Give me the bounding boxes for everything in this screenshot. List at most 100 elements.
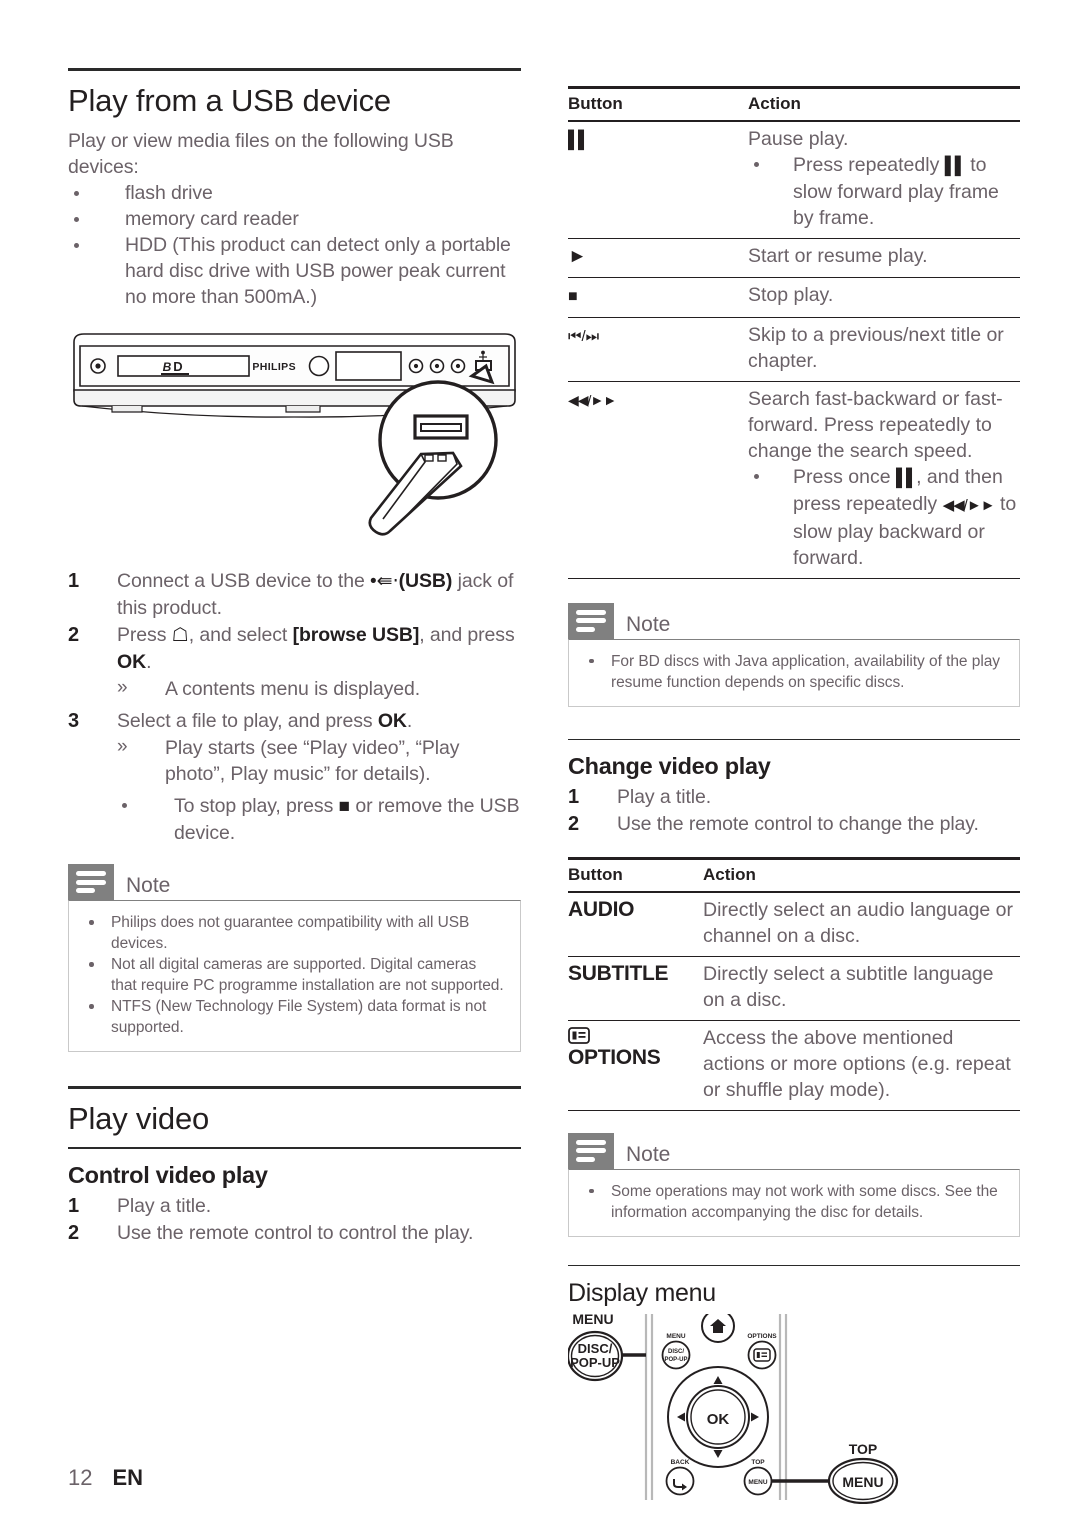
pause-icon: ▌▌ — [944, 155, 967, 175]
step-text: Connect a USB device to the — [117, 570, 371, 593]
button-label-options: OPTIONS — [568, 1045, 661, 1069]
pause-icon: ▌▌ — [568, 129, 590, 149]
step-number: 3 — [68, 710, 80, 733]
table-row: ■ Stop play. — [568, 276, 1020, 317]
step-text: Use the remote control to control the pl… — [117, 1221, 474, 1244]
substep-text-a: Press once — [793, 465, 896, 488]
note-box-some-operations: Note Some operations may not work with s… — [568, 1132, 1020, 1237]
audio-subtitle-options-table-wrap: Button Action AUDIO Directly select an a… — [568, 857, 1020, 1111]
step-text-tail: . — [406, 710, 413, 733]
section-title-play-video: Play video — [68, 1101, 210, 1137]
note-item-label: Some operations may not work with some d… — [611, 1182, 998, 1221]
intro-paragraph: Play or view media files on the followin… — [68, 130, 454, 179]
substep-label: A contents menu is displayed. — [165, 678, 421, 701]
column-header-button: Button — [568, 859, 703, 893]
bullet-dot — [754, 473, 759, 479]
options-icon — [568, 1026, 695, 1044]
action-substep: Press once ▌▌, and then press repeatedly… — [748, 464, 1020, 571]
note-title: Note — [626, 1142, 671, 1166]
action-substep: Press repeatedly ▌▌ to slow forward play… — [748, 152, 1020, 231]
step-number: 2 — [68, 1221, 80, 1244]
substep-text-a: Press repeatedly — [793, 153, 945, 176]
svg-text:DISC/: DISC/ — [578, 1341, 613, 1356]
page-language: EN — [112, 1465, 144, 1490]
note-item-label: For BD discs with Java application, avai… — [611, 652, 1000, 691]
subsection-rule — [68, 1147, 521, 1149]
change-video-steps: 1 Play a title. 2 Use the remote control t… — [568, 784, 1020, 837]
bullet-dot — [74, 243, 79, 249]
step-bold: [browse USB] — [292, 624, 420, 647]
list-item-label: flash drive — [125, 182, 213, 205]
svg-text:PHILIPS: PHILIPS — [252, 361, 296, 373]
action-text: Search fast-backward or fast-forward. Pr… — [748, 387, 1003, 462]
note-header: Note — [68, 864, 521, 901]
usb-icon: •⇚⋅ — [370, 571, 399, 593]
remote-control-menu-diagram: MENU DISC/ POP-UP OPTIONS OK BACK TOP ME… — [568, 1313, 1020, 1504]
manual-page: Play from a USB device Play or view medi… — [0, 0, 1080, 1529]
button-label-audio: AUDIO — [568, 897, 635, 921]
note-item-label: Not all digital cameras are supported. D… — [111, 956, 504, 995]
svg-text:MENU: MENU — [666, 1333, 685, 1340]
playback-controls-table: Button Action ▌▌ Pause play. Press repea… — [568, 88, 1020, 579]
step-text: Play a title. — [617, 786, 712, 809]
column-header-button: Button — [568, 88, 748, 122]
play-icon: ► — [568, 245, 587, 267]
note-item-label: NTFS (New Technology File System) data f… — [111, 998, 487, 1037]
fast-backward-forward-icon: ◀◀/►► — [942, 496, 996, 514]
action-text: Directly select a subtitle language on a… — [703, 962, 994, 1011]
svg-text:MENU: MENU — [842, 1474, 883, 1490]
list-item: HDD (This product can detect only a port… — [68, 232, 521, 310]
audio-subtitle-options-table: Button Action AUDIO Directly select an a… — [568, 859, 1020, 1111]
bullet-dot — [754, 161, 759, 167]
section-rule-top — [68, 68, 521, 71]
substep-label: Play starts (see “Play video”, “Play pho… — [165, 737, 460, 786]
note-item: Not all digital cameras are supported. D… — [83, 954, 506, 996]
step-1: 1 Play a title. — [68, 1193, 521, 1219]
step-text: Select a file to play, and press — [117, 710, 378, 733]
step-text-tail: , and press — [419, 624, 515, 647]
page-title: Play from a USB device — [68, 83, 391, 118]
svg-text:POP-UP: POP-UP — [664, 1357, 687, 1363]
change-video-play-section: Change video play 1 Play a title. 2 Use th… — [568, 738, 1020, 838]
subsection-title-change-video-play: Change video play — [568, 753, 771, 779]
list-item: memory card reader — [68, 206, 521, 232]
table-row: ⏮/⏭ Skip to a previous/next title or cha… — [568, 316, 1020, 381]
play-video-section: Play video Control video play 1 Play a ti… — [68, 1086, 521, 1246]
svg-text:TOP: TOP — [849, 1441, 878, 1457]
page-number: 12 — [68, 1465, 93, 1490]
skip-previous-next-icon: ⏮/⏭ — [568, 327, 600, 345]
step-text-end: . — [146, 651, 152, 674]
step-2: 2 Use the remote control to change the pl… — [568, 811, 1020, 837]
note-item: Some operations may not work with some d… — [583, 1181, 1005, 1223]
table-row: ▌▌ Pause play. Press repeatedly ▌▌ to sl… — [568, 121, 1020, 239]
note-title: Note — [626, 612, 671, 636]
bullet-dot — [89, 920, 94, 925]
svg-text:TOP: TOP — [751, 1459, 765, 1466]
bullet-dot — [122, 803, 127, 809]
note-title: Note — [126, 874, 171, 898]
step-2: 2 Press ☖, and select [browse USB], and … — [68, 622, 521, 702]
step-1: 1 Play a title. — [568, 784, 1020, 810]
step-3: 3 Select a file to play, and press OK. »… — [68, 708, 521, 846]
table-row: ◀◀/►► Search fast-backward or fast-forwa… — [568, 380, 1020, 579]
step-substep-bullet: To stop play, press ■ or remove the USB … — [117, 793, 521, 846]
note-item: NTFS (New Technology File System) data f… — [83, 996, 506, 1038]
svg-text:POP-UP: POP-UP — [570, 1355, 620, 1370]
action-text: Pause play. — [748, 127, 849, 150]
step-number: 1 — [68, 570, 80, 593]
list-item-label: memory card reader — [125, 208, 299, 231]
action-text: Skip to a previous/next title or chapter… — [748, 323, 1004, 372]
svg-text:DISC/: DISC/ — [668, 1349, 684, 1355]
page-footer: 12 EN — [68, 1465, 143, 1491]
fast-backward-forward-icon: ◀◀/►► — [568, 391, 617, 408]
action-text: Start or resume play. — [748, 244, 928, 267]
step-1: 1 Connect a USB device to the •⇚⋅(USB) j… — [68, 568, 521, 621]
list-item-label: HDD (This product can detect only a port… — [125, 234, 511, 309]
table-row: ► Start or resume play. — [568, 237, 1020, 277]
list-item: flash drive — [68, 180, 521, 206]
svg-text:OK: OK — [707, 1411, 730, 1428]
column-header-action: Action — [703, 859, 1020, 893]
svg-text:MENU: MENU — [572, 1314, 613, 1327]
note-header: Note — [568, 602, 1020, 639]
note-item: For BD discs with Java application, avai… — [583, 651, 1005, 693]
